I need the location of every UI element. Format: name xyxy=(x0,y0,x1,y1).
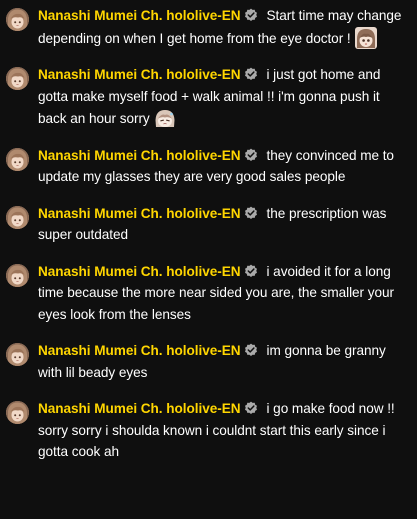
verified-check-icon xyxy=(244,342,258,356)
chat-message: Nanashi Mumei Ch. hololive-EN the prescr… xyxy=(0,203,417,246)
author-name[interactable]: Nanashi Mumei Ch. hololive-EN xyxy=(38,8,241,23)
author-name[interactable]: Nanashi Mumei Ch. hololive-EN xyxy=(38,401,241,416)
verified-check-icon xyxy=(244,263,258,277)
avatar[interactable] xyxy=(6,205,29,229)
author-name[interactable]: Nanashi Mumei Ch. hololive-EN xyxy=(38,67,241,82)
avatar[interactable] xyxy=(6,401,29,424)
chat-message: Nanashi Mumei Ch. hololive-EN im gonna b… xyxy=(0,340,417,383)
mumei-sorry-emote xyxy=(153,107,176,129)
verified-check-icon xyxy=(244,7,258,21)
chat-message-list[interactable]: Nanashi Mumei Ch. hololive-EN Start time… xyxy=(0,0,417,519)
verified-check-icon xyxy=(244,205,258,219)
chat-message: Nanashi Mumei Ch. hololive-EN i just got… xyxy=(0,64,417,130)
avatar[interactable] xyxy=(6,343,29,366)
chat-message: Nanashi Mumei Ch. hololive-EN i avoided … xyxy=(0,261,417,326)
avatar[interactable] xyxy=(6,8,29,31)
verified-check-icon xyxy=(244,400,258,414)
mumei-face-emote xyxy=(354,26,377,49)
avatar[interactable] xyxy=(6,67,29,90)
author-name[interactable]: Nanashi Mumei Ch. hololive-EN xyxy=(38,343,241,358)
chat-message: Nanashi Mumei Ch. hololive-EN Start time… xyxy=(0,5,417,49)
author-name[interactable]: Nanashi Mumei Ch. hololive-EN xyxy=(38,264,241,279)
avatar[interactable] xyxy=(6,147,29,171)
chat-message: Nanashi Mumei Ch. hololive-EN they convi… xyxy=(0,145,417,188)
verified-check-icon xyxy=(244,66,258,80)
author-name[interactable]: Nanashi Mumei Ch. hololive-EN xyxy=(38,148,241,163)
avatar[interactable] xyxy=(6,263,29,287)
chat-message: Nanashi Mumei Ch. hololive-EN i go make … xyxy=(0,398,417,463)
author-name[interactable]: Nanashi Mumei Ch. hololive-EN xyxy=(38,206,241,221)
verified-check-icon xyxy=(244,147,258,161)
